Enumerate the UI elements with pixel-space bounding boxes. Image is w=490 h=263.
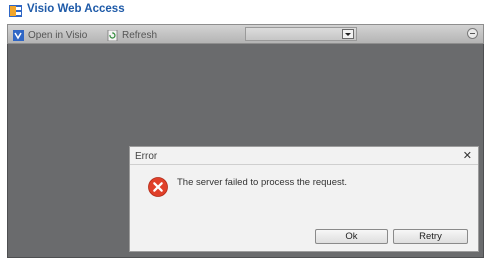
- error-message: The server failed to process the request…: [177, 177, 348, 188]
- app-title: Visio Web Access: [27, 3, 125, 15]
- retry-button[interactable]: Retry: [393, 229, 468, 244]
- close-icon[interactable]: ✕: [463, 149, 472, 162]
- toolbar: Open in Visio Refresh: [7, 24, 484, 44]
- error-dialog: Error ✕ The server failed to process the…: [129, 146, 479, 252]
- open-in-visio-label: Open in Visio: [28, 29, 88, 41]
- open-in-visio-button[interactable]: Open in Visio: [13, 28, 87, 42]
- page-selector-dropdown[interactable]: [245, 27, 357, 41]
- dialog-divider: [130, 164, 478, 165]
- error-icon: [148, 177, 168, 197]
- refresh-button[interactable]: Refresh: [107, 28, 157, 42]
- title-bar: Visio Web Access: [0, 0, 490, 22]
- ok-button[interactable]: Ok: [315, 229, 388, 244]
- refresh-icon: [107, 29, 118, 41]
- visio-app-icon: [9, 5, 22, 17]
- dialog-title: Error: [135, 151, 158, 162]
- zoom-out-icon[interactable]: [467, 28, 478, 39]
- refresh-label: Refresh: [122, 29, 158, 41]
- visio-icon: [13, 29, 24, 41]
- chevron-down-icon[interactable]: [342, 29, 354, 39]
